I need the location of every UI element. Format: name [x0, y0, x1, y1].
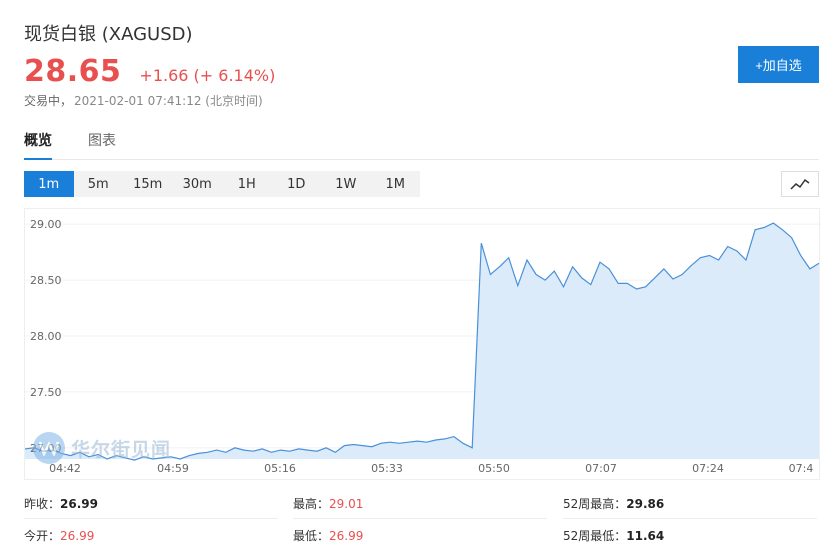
x-tick-label: 04:42 — [49, 462, 81, 475]
x-tick-label: 05:50 — [478, 462, 510, 475]
stat-low: 最低：26.99 — [293, 527, 363, 544]
add-watchlist-button[interactable]: +加自选 — [738, 46, 819, 83]
period-1h[interactable]: 1H — [222, 171, 272, 197]
period-1mo[interactable]: 1M — [371, 171, 421, 197]
stat-value: 26.99 — [60, 529, 95, 543]
stat-value: 29.01 — [329, 497, 364, 511]
price-row: 28.65 +1.66 (+ 6.14%) — [24, 54, 275, 89]
x-tick-label: 07:4 — [789, 462, 814, 475]
period-selector: 1m 5m 15m 30m 1H 1D 1W 1M — [24, 171, 420, 197]
stat-open: 今开：26.99 — [24, 527, 94, 544]
price-change: +1.66 (+ 6.14%) — [139, 66, 276, 85]
stat-value: 26.99 — [60, 497, 98, 511]
x-tick-label: 04:59 — [157, 462, 189, 475]
timestamp: 2021-02-01 07:41:12 (北京时间) — [74, 94, 263, 108]
stat-prev-close: 昨收：26.99 — [24, 495, 98, 512]
tab-chart[interactable]: 图表 — [88, 130, 116, 158]
stat-52w-low: 52周最低：11.64 — [563, 527, 664, 544]
stat-value: 26.99 — [329, 529, 364, 543]
y-tick-label: 28.50 — [30, 274, 62, 287]
page-title: 现货白银 (XAGUSD) — [24, 24, 193, 45]
period-1m[interactable]: 1m — [24, 171, 74, 197]
period-30m[interactable]: 30m — [173, 171, 223, 197]
y-tick-label: 27.50 — [30, 386, 62, 399]
stat-value: 11.64 — [626, 529, 665, 543]
stat-label: 52周最低： — [563, 529, 627, 543]
stat-label: 最低： — [293, 529, 330, 543]
stat-label: 昨收： — [24, 497, 61, 511]
price-chart[interactable]: 29.00 28.50 28.00 27.50 27.00 04:42 04:59 05:16… — [24, 208, 821, 480]
divider — [24, 518, 278, 519]
stat-value: 29.86 — [626, 497, 665, 511]
tab-overview[interactable]: 概览 — [24, 130, 52, 160]
x-tick-label: 05:16 — [264, 462, 296, 475]
line-chart-icon — [790, 178, 810, 190]
chart-svg: 29.00 28.50 28.00 27.50 27.00 04:42 04:59 05:16… — [24, 218, 821, 475]
x-tick-label: 07:24 — [692, 462, 724, 475]
period-5m[interactable]: 5m — [74, 171, 124, 197]
period-1d[interactable]: 1D — [272, 171, 322, 197]
chart-type-button[interactable] — [781, 171, 819, 197]
period-15m[interactable]: 15m — [123, 171, 173, 197]
y-tick-label: 28.00 — [30, 330, 62, 343]
stat-label: 52周最高： — [563, 497, 627, 511]
x-tick-label: 05:33 — [371, 462, 403, 475]
y-tick-label: 27.00 — [30, 442, 62, 455]
y-tick-label: 29.00 — [30, 218, 62, 231]
trading-status: 交易中， 2021-02-01 07:41:12 (北京时间) — [24, 92, 263, 109]
status-text: 交易中， — [24, 94, 73, 108]
current-price: 28.65 — [24, 54, 122, 89]
tab-bar: 概览 图表 — [24, 130, 819, 160]
stat-label: 今开： — [24, 529, 61, 543]
period-1w[interactable]: 1W — [321, 171, 371, 197]
divider — [563, 518, 817, 519]
stat-52w-high: 52周最高：29.86 — [563, 495, 664, 512]
x-tick-label: 07:07 — [585, 462, 617, 475]
stat-high: 最高：29.01 — [293, 495, 363, 512]
divider — [293, 518, 547, 519]
stat-label: 最高： — [293, 497, 330, 511]
